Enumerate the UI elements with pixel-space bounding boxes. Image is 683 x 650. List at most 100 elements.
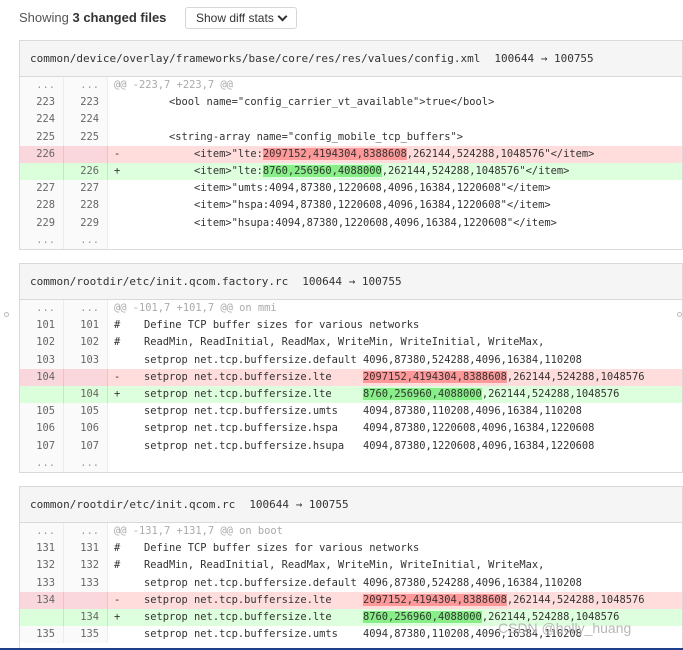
new-line-number[interactable]: 226 [64, 162, 108, 181]
new-line-number[interactable]: 106 [64, 420, 108, 438]
code-text: setprop net.tcp.buffersize.hspa 4094,873… [144, 422, 595, 435]
old-line-number[interactable]: ... [20, 231, 64, 249]
old-line-number[interactable]: 226 [20, 145, 64, 163]
code-content: # ReadMin, ReadInitial, ReadMax, WriteMin… [108, 334, 682, 351]
new-line-number[interactable]: ... [64, 231, 108, 249]
new-line-number[interactable]: 104 [64, 385, 108, 404]
resize-handle-left[interactable] [4, 312, 9, 317]
summary-prefix: Showing [19, 10, 73, 25]
diff-sign: + [114, 164, 121, 177]
new-line-number[interactable]: 225 [64, 128, 108, 146]
added-text-highlight: 8760,256960,4088000 [362, 387, 482, 400]
old-line-number[interactable]: 227 [20, 180, 64, 198]
old-line-number[interactable]: 225 [20, 128, 64, 146]
diff-toolbar: Showing 3 changed files Show diff stats [0, 0, 683, 36]
new-line-number[interactable]: ... [64, 523, 108, 541]
removed-text-highlight: 2097152,4194304,8388608 [262, 147, 407, 160]
new-line-number[interactable]: 223 [64, 94, 108, 112]
diff-sign: # [114, 542, 121, 555]
new-line-number[interactable]: 102 [64, 334, 108, 352]
added-line: 104 + setprop net.tcp.buffersize.lte 8760,… [20, 385, 682, 404]
old-line-number[interactable]: 228 [20, 197, 64, 215]
new-line-number[interactable]: ... [64, 77, 108, 95]
context-line: 132 132 # ReadMin, ReadInitial, ReadMax, Wr… [20, 557, 682, 575]
old-line-number[interactable]: 223 [20, 94, 64, 112]
old-line-number[interactable]: 107 [20, 437, 64, 455]
file-header[interactable]: common/rootdir/etc/init.qcom.factory.rc 1… [20, 264, 682, 300]
context-line: 225 225 <string-array name="config_mobile… [20, 128, 682, 146]
diff-sign: - [114, 147, 121, 160]
added-line: 226 + <item>"lte:8760,256960,4088000,2621… [20, 162, 682, 181]
file-header[interactable]: common/device/overlay/frameworks/base/co… [20, 41, 682, 77]
old-line-number[interactable]: 135 [20, 626, 64, 644]
old-line-number[interactable] [20, 608, 64, 627]
old-line-number[interactable]: 134 [20, 591, 64, 609]
old-line-number[interactable]: 131 [20, 540, 64, 558]
file-diff-config-xml: common/device/overlay/frameworks/base/co… [19, 40, 683, 250]
code-text: <string-array name="config_mobile_tcp_bu… [144, 130, 464, 143]
diff-body: ...... @@ -101,7 +101,7 @@ on mmi 101 101 # D… [20, 300, 682, 472]
code-content [108, 232, 682, 249]
deleted-line: 104 - setprop net.tcp.buffersize.lte 20971… [20, 368, 682, 386]
old-line-number[interactable]: 133 [20, 574, 64, 592]
code-text: ReadMin, ReadInitial, ReadMax, WriteMin,… [144, 336, 545, 349]
context-line: 133 133 setprop net.tcp.buffersize.default… [20, 574, 682, 592]
new-line-number[interactable] [64, 145, 108, 163]
removed-text-highlight: 2097152,4194304,8388608 [362, 370, 507, 383]
code-text-tail: ,262144,524288,1048576"</item> [381, 164, 570, 177]
new-line-number[interactable]: ... [64, 454, 108, 472]
code-content: <item>"umts:4094,87380,1220608,4096,1638… [108, 180, 682, 197]
diff-sign: - [114, 370, 121, 383]
old-line-number[interactable]: 132 [20, 557, 64, 575]
old-line-number[interactable]: ... [20, 77, 64, 95]
new-line-number[interactable]: 227 [64, 180, 108, 198]
new-line-number[interactable]: 131 [64, 540, 108, 558]
diff-sign: + [114, 610, 121, 623]
old-line-number[interactable]: ... [20, 523, 64, 541]
hunk-header-row: ...... [20, 454, 682, 472]
new-line-number[interactable] [64, 368, 108, 386]
old-line-number[interactable]: 105 [20, 403, 64, 421]
deleted-line: 134 - setprop net.tcp.buffersize.lte 20971… [20, 591, 682, 609]
new-line-number[interactable]: 132 [64, 557, 108, 575]
code-content: # ReadMin, ReadInitial, ReadMax, WriteMin… [108, 557, 682, 574]
old-line-number[interactable]: ... [20, 454, 64, 472]
code-text: ReadMin, ReadInitial, ReadMax, WriteMin,… [144, 559, 545, 572]
diff-sign: - [114, 593, 121, 606]
file-header[interactable]: common/rootdir/etc/init.qcom.rc 100644 → … [20, 487, 682, 523]
added-text-highlight: 8760,256960,4088000 [362, 610, 482, 623]
changed-files-summary: Showing 3 changed files [19, 10, 166, 25]
old-line-number[interactable]: ... [20, 300, 64, 318]
old-line-number[interactable]: 103 [20, 351, 64, 369]
new-line-number[interactable]: 224 [64, 111, 108, 129]
new-line-number[interactable]: 107 [64, 437, 108, 455]
new-line-number[interactable] [64, 591, 108, 609]
old-line-number[interactable] [20, 162, 64, 181]
new-line-number[interactable]: ... [64, 300, 108, 318]
old-line-number[interactable]: 224 [20, 111, 64, 129]
old-line-number[interactable]: 101 [20, 317, 64, 335]
new-line-number[interactable]: 105 [64, 403, 108, 421]
hunk-header-row: ...... @@ -131,7 +131,7 @@ on boot [20, 523, 682, 541]
old-line-number[interactable]: 106 [20, 420, 64, 438]
file-mode-change: 100644 → 100755 [302, 275, 402, 288]
new-line-number[interactable]: 133 [64, 574, 108, 592]
code-text-tail: ,262144,524288,1048576 [506, 593, 645, 606]
new-line-number[interactable]: 134 [64, 608, 108, 627]
new-line-number[interactable]: 103 [64, 351, 108, 369]
old-line-number[interactable]: 229 [20, 214, 64, 232]
chevron-down-icon [277, 11, 288, 22]
code-text: @@ -223,7 +223,7 @@ [114, 79, 233, 91]
new-line-number[interactable]: 228 [64, 197, 108, 215]
old-line-number[interactable]: 102 [20, 334, 64, 352]
old-line-number[interactable]: 104 [20, 368, 64, 386]
resize-handle-right[interactable] [677, 312, 682, 317]
new-line-number[interactable]: 135 [64, 626, 108, 644]
code-content: @@ -131,7 +131,7 @@ on boot [108, 523, 682, 540]
code-text: setprop net.tcp.buffersize.default 4096,… [144, 576, 582, 589]
code-content: setprop net.tcp.buffersize.default 4096,… [108, 352, 682, 369]
show-diff-stats-button[interactable]: Show diff stats [185, 7, 297, 29]
new-line-number[interactable]: 101 [64, 317, 108, 335]
new-line-number[interactable]: 229 [64, 214, 108, 232]
old-line-number[interactable] [20, 385, 64, 404]
